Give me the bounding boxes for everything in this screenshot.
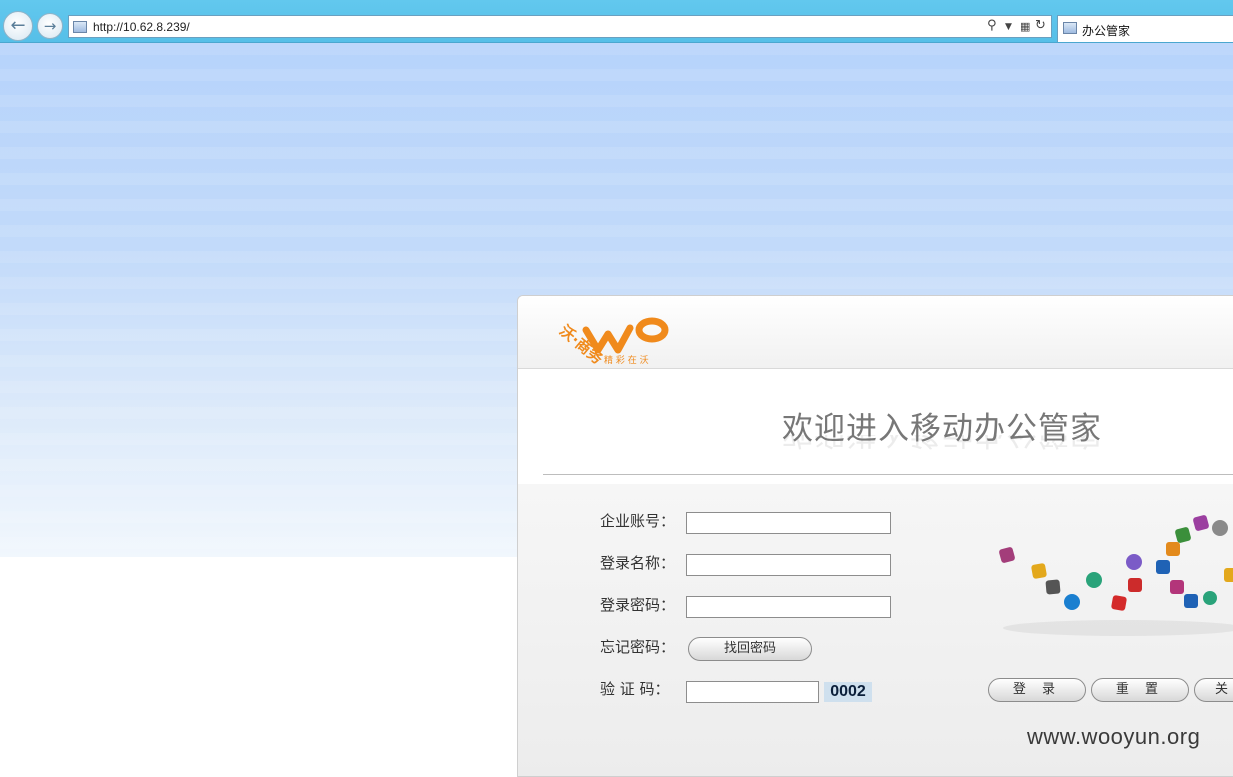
close-button[interactable]: 关 — [1194, 678, 1233, 702]
password-label: 登录密码： — [600, 596, 676, 614]
find-password-button[interactable]: 找回密码 — [688, 637, 812, 661]
wo-business-logo: 沃·商务 精 彩 在 沃 — [556, 317, 669, 366]
browser-tab[interactable]: 办公管家 — [1057, 15, 1233, 42]
back-arrow-icon[interactable]: ← — [3, 11, 33, 41]
company-account-label: 企业账号： — [600, 512, 676, 530]
tab-title: 办公管家 — [1082, 24, 1131, 38]
login-name-input[interactable] — [686, 554, 891, 576]
compatibility-view-icon[interactable]: ▦ — [1020, 20, 1030, 33]
app-icon-cluster-icon — [999, 515, 1233, 636]
logo-slogan: 精 彩 在 沃 — [604, 354, 649, 366]
app-icons-illustration — [999, 515, 1233, 636]
divider — [543, 474, 1233, 475]
captcha-input[interactable] — [686, 681, 819, 703]
tab-favicon-icon — [1063, 22, 1077, 34]
browser-toolbar: ← → http://10.62.8.239/ ⚲ ▼ ▦ ↻ 办公管家 — [0, 0, 1233, 43]
logo-o-mark — [635, 317, 669, 343]
panel-header: 沃·商务 精 彩 在 沃 — [518, 296, 1233, 369]
password-input[interactable] — [686, 596, 891, 618]
login-panel: 沃·商务 精 彩 在 沃 欢迎进入移动办公管家 欢迎进入移动办公管家 企业账号：… — [517, 295, 1233, 777]
address-bar[interactable]: http://10.62.8.239/ ⚲ ▼ ▦ ↻ — [68, 15, 1052, 38]
captcha-label: 验 证 码： — [600, 680, 670, 698]
forward-arrow-icon[interactable]: → — [37, 13, 63, 39]
refresh-icon[interactable]: ↻ — [1035, 18, 1046, 33]
search-icon[interactable]: ⚲ — [987, 18, 997, 33]
dropdown-icon[interactable]: ▼ — [1005, 22, 1012, 32]
reset-button[interactable]: 重 置 — [1091, 678, 1189, 702]
forgot-password-label: 忘记密码： — [600, 638, 676, 656]
company-account-input[interactable] — [686, 512, 891, 534]
logo-w-mark — [582, 324, 634, 354]
watermark-text: www.wooyun.org — [1027, 724, 1201, 749]
login-button[interactable]: 登 录 — [988, 678, 1086, 702]
welcome-area: 欢迎进入移动办公管家 欢迎进入移动办公管家 — [518, 369, 1233, 474]
page-favicon-icon — [73, 21, 87, 33]
address-url[interactable]: http://10.62.8.239/ — [93, 20, 190, 34]
welcome-title-reflection: 欢迎进入移动办公管家 — [782, 435, 1102, 459]
login-name-label: 登录名称： — [600, 554, 676, 572]
captcha-code[interactable]: 0002 — [824, 682, 872, 702]
